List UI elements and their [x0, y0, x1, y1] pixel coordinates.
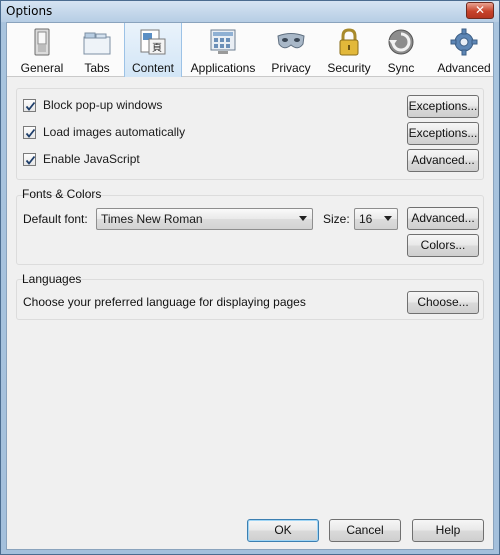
- checkmark-icon: [25, 155, 36, 165]
- font-size-select[interactable]: 16: [354, 208, 398, 230]
- close-button[interactable]: ✕: [466, 2, 494, 19]
- popup-exceptions-button[interactable]: Exceptions...: [407, 95, 479, 118]
- chevron-down-icon: [299, 216, 307, 221]
- enable-javascript-label: Enable JavaScript: [43, 152, 140, 166]
- load-images-checkbox[interactable]: [23, 126, 36, 139]
- image-exceptions-button[interactable]: Exceptions...: [407, 122, 479, 145]
- tabs-icon: [83, 32, 111, 55]
- help-button[interactable]: Help: [412, 519, 484, 542]
- chevron-down-icon: [384, 216, 392, 221]
- checkmark-icon: [25, 101, 36, 111]
- padlock-icon: [339, 28, 359, 56]
- ok-button[interactable]: OK: [247, 519, 319, 542]
- options-window: Options ✕ General Tabs 頁 Content Applica…: [0, 0, 500, 555]
- cancel-button[interactable]: Cancel: [329, 519, 401, 542]
- dialog-client: General Tabs 頁 Content Applications Priv…: [6, 22, 494, 550]
- title-bar[interactable]: Options ✕: [1, 1, 499, 22]
- pane-content[interactable]: 頁 Content: [124, 23, 182, 77]
- colors-button[interactable]: Colors...: [407, 234, 479, 257]
- load-images-label: Load images automatically: [43, 125, 186, 139]
- block-popups-checkbox[interactable]: [23, 99, 36, 112]
- size-label: Size:: [323, 212, 350, 226]
- fonts-advanced-button[interactable]: Advanced...: [407, 207, 479, 230]
- pane-label: Privacy: [271, 61, 311, 75]
- pane-label: Content: [131, 61, 175, 75]
- privacy-mask-icon: [277, 33, 305, 49]
- close-icon: ✕: [474, 3, 486, 17]
- gear-icon: [450, 28, 478, 56]
- pane-label: Applications: [190, 61, 256, 75]
- pane-label: Security: [327, 61, 371, 75]
- pane-tabs[interactable]: Tabs: [73, 23, 121, 77]
- pane-label: General: [20, 61, 64, 75]
- languages-description: Choose your preferred language for displ…: [23, 295, 306, 309]
- pane-label: Advanced: [437, 61, 491, 75]
- font-size-value: 16: [359, 212, 373, 226]
- pane-security[interactable]: Security: [323, 23, 375, 77]
- pane-privacy[interactable]: Privacy: [265, 23, 317, 77]
- pane-toolbar: General Tabs 頁 Content Applications Priv…: [7, 23, 493, 77]
- checkmark-icon: [25, 128, 36, 138]
- pane-label: Sync: [387, 61, 415, 75]
- default-font-select[interactable]: Times New Roman: [96, 208, 313, 230]
- window-title: Options: [6, 4, 53, 18]
- default-font-label: Default font:: [23, 212, 88, 226]
- pane-general[interactable]: General: [13, 23, 71, 77]
- languages-caption: Languages: [22, 272, 82, 286]
- sync-icon: [388, 29, 414, 55]
- fonts-colors-caption: Fonts & Colors: [22, 187, 102, 201]
- enable-javascript-checkbox[interactable]: [23, 153, 36, 166]
- default-font-value: Times New Roman: [101, 212, 203, 226]
- choose-language-button[interactable]: Choose...: [407, 291, 479, 314]
- content-page-icon: 頁: [140, 29, 166, 55]
- javascript-advanced-button[interactable]: Advanced...: [407, 149, 479, 172]
- block-popups-label: Block pop-up windows: [43, 98, 163, 112]
- general-switch-icon: [34, 28, 50, 56]
- pane-label: Tabs: [84, 61, 110, 75]
- pane-applications[interactable]: Applications: [186, 23, 260, 77]
- svg-text:頁: 頁: [152, 42, 162, 54]
- pane-advanced[interactable]: Advanced: [434, 23, 494, 77]
- pane-sync[interactable]: Sync: [380, 23, 422, 77]
- applications-icon: [210, 29, 236, 54]
